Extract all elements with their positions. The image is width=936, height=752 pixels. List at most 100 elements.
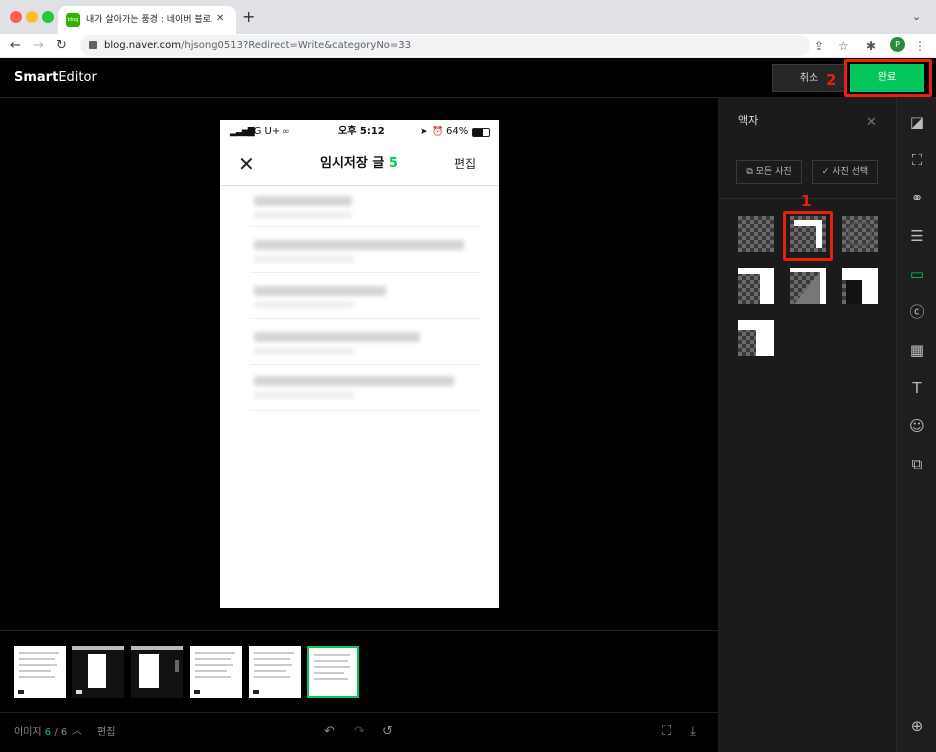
thumbnail-5[interactable] — [249, 646, 301, 698]
reload-icon[interactable]: ↻ — [56, 37, 67, 55]
tab-title: 내가 살아가는 풍경 : 네이버 블로그 — [86, 15, 212, 25]
image-current: 6 — [44, 727, 52, 738]
crop-icon[interactable]: ⛶ — [907, 150, 927, 170]
blurred-draft-title-4 — [254, 332, 420, 342]
thumbnail-4[interactable] — [190, 646, 242, 698]
blurred-draft-meta-5 — [254, 392, 354, 398]
share-icon[interactable]: ⇪ — [814, 38, 824, 54]
select-photo-label: 사진 선택 — [832, 167, 869, 177]
tool-rail: ◪ ⛶ ⚭ ☰ ▭ ⓒ ▦ T ☺ ⧉ ⊕ — [896, 98, 936, 752]
header-count: 5 — [388, 156, 398, 171]
back-arrow-icon[interactable]: ← — [10, 37, 21, 55]
frame-option-rounded[interactable] — [842, 216, 878, 252]
window-minimize-button[interactable] — [26, 11, 38, 23]
filter-icon[interactable]: ⚭ — [907, 188, 927, 208]
thumbnail-6-selected[interactable] — [307, 646, 359, 698]
image-counter: 이미지 6 / 6 — [14, 726, 67, 740]
signature-icon[interactable]: ⓒ — [907, 302, 927, 322]
edited-screenshot-image[interactable]: ▂▃▅▇ LG U+ ∞ 오후 5:12 ➤ ⏰ 64% ✕ 임시저장 글 5 … — [220, 120, 499, 608]
blurred-draft-meta-2 — [254, 256, 354, 262]
phone-header-title: 임시저장 글 5 — [320, 156, 398, 172]
blurred-draft-meta-4 — [254, 348, 354, 354]
smart-editor-logo: SmartEditor — [14, 70, 97, 86]
bookmark-star-icon[interactable]: ☆ — [838, 38, 849, 54]
logo-bold: Smart — [14, 70, 59, 85]
url-path: /hjsong0513?Redirect=Write&categoryNo=33 — [181, 40, 412, 51]
frame-option-polaroid-left[interactable] — [738, 268, 774, 304]
header-title-text: 임시저장 글 — [320, 156, 385, 171]
thumbnail-3[interactable] — [131, 646, 183, 698]
window-maximize-button[interactable] — [42, 11, 54, 23]
annotation-number-1: 1 — [801, 192, 812, 210]
frame-option-shadow[interactable] — [790, 268, 826, 304]
sticker-icon[interactable]: ☺ — [907, 416, 927, 436]
blurred-draft-meta-3 — [254, 302, 354, 308]
blurred-draft-title-3 — [254, 286, 386, 296]
thumbnail-strip — [0, 630, 718, 712]
frame-option-bottom[interactable] — [738, 320, 774, 356]
extensions-puzzle-icon[interactable]: ✱ — [866, 38, 876, 54]
wifi-link-icon: ∞ — [282, 127, 290, 137]
annotation-box-done — [844, 59, 932, 97]
forward-arrow-icon[interactable]: → — [33, 37, 44, 55]
naver-blog-favicon-icon: blog — [66, 13, 80, 27]
resize-icon[interactable]: ◪ — [907, 112, 927, 132]
editor-bottom-bar: 이미지 6 / 6 ︿ 편집 ↶ ↷ ↺ ⛶ ⤓ — [0, 712, 718, 752]
location-arrow-icon: ➤ — [420, 127, 428, 137]
image-separator: / — [54, 727, 58, 738]
redo-icon[interactable]: ↷ — [354, 725, 365, 739]
list-divider — [250, 410, 480, 411]
phone-header: ✕ 임시저장 글 5 편집 — [220, 144, 499, 186]
browser-tab[interactable]: blog 내가 살아가는 풍경 : 네이버 블로그 ✕ — [58, 6, 236, 34]
blurred-draft-title-5 — [254, 376, 454, 386]
profile-avatar[interactable]: P — [890, 37, 905, 52]
mosaic-icon[interactable]: ▦ — [907, 340, 927, 360]
panel-close-icon[interactable]: ✕ — [866, 116, 877, 130]
frame-option-thick-right[interactable] — [842, 268, 878, 304]
annotation-number-2: 2 — [826, 71, 837, 89]
adjust-sliders-icon[interactable]: ☰ — [907, 226, 927, 246]
new-tab-button[interactable]: + — [242, 8, 255, 26]
close-icon[interactable]: ✕ — [238, 152, 255, 176]
bottom-edit-button[interactable]: 편집 — [97, 726, 115, 740]
list-divider — [250, 272, 480, 273]
fullscreen-icon[interactable]: ⛶ — [662, 725, 671, 739]
logo-light: Editor — [58, 70, 97, 85]
apply-all-photos-button[interactable]: ⧉ 모든 사진 — [736, 160, 802, 184]
copy-icon: ⧉ — [746, 167, 753, 177]
panel-title: 액자 — [738, 114, 759, 127]
annotation-box-frame-option — [783, 211, 833, 261]
tab-search-chevron-icon[interactable]: ⌄ — [912, 10, 921, 24]
more-menu-icon[interactable]: ⋮ — [914, 38, 926, 54]
image-total: 6 — [60, 727, 68, 738]
address-bar[interactable]: blog.naver.com/hjsong0513?Redirect=Write… — [80, 35, 810, 56]
frame-option-none[interactable] — [738, 216, 774, 252]
all-photos-label: 모든 사진 — [755, 167, 792, 177]
select-photo-button[interactable]: ✓ 사진 선택 — [812, 160, 878, 184]
list-divider — [250, 226, 480, 227]
download-icon[interactable]: ⤓ — [690, 725, 696, 739]
undo-icon[interactable]: ↶ — [324, 725, 335, 739]
phone-status-bar: ▂▃▅▇ LG U+ ∞ 오후 5:12 ➤ ⏰ 64% — [220, 120, 499, 144]
tab-close-icon[interactable]: ✕ — [216, 12, 224, 26]
chevron-up-icon[interactable]: ︿ — [72, 725, 82, 739]
lock-icon — [89, 41, 97, 49]
battery-percent: 64% — [446, 126, 469, 137]
text-icon[interactable]: T — [907, 378, 927, 398]
url-host: blog.naver.com — [104, 40, 182, 51]
list-divider — [250, 318, 480, 319]
url-text: blog.naver.com/hjsong0513?Redirect=Write… — [104, 38, 411, 53]
list-divider — [250, 364, 480, 365]
shape-icon[interactable]: ⧉ — [907, 454, 927, 474]
globe-icon[interactable]: ⊕ — [907, 716, 927, 736]
thumbnail-1[interactable] — [14, 646, 66, 698]
window-close-button[interactable] — [10, 11, 22, 23]
carrier-text: LG U+ — [248, 126, 281, 137]
phone-time: 오후 5:12 — [338, 126, 385, 137]
thumbnail-2[interactable] — [72, 646, 124, 698]
checkmark-icon: ✓ — [821, 167, 830, 177]
browser-toolbar: ← → ↻ blog.naver.com/hjsong0513?Redirect… — [0, 34, 936, 58]
phone-edit-button[interactable]: 편집 — [454, 156, 476, 172]
reset-icon[interactable]: ↺ — [382, 725, 393, 739]
frame-icon[interactable]: ▭ — [907, 264, 927, 284]
